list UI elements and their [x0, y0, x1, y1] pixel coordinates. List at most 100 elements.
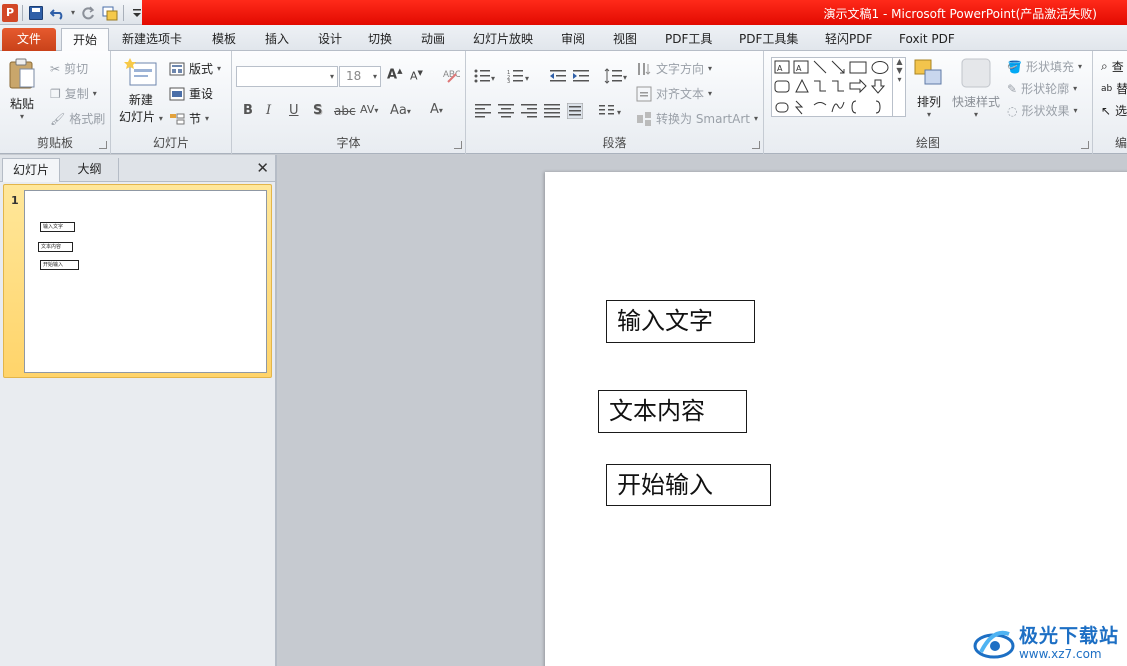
new-slide-icon[interactable] [101, 4, 119, 22]
new-slide-button[interactable]: 新建 幻灯片 ▾ [119, 57, 163, 125]
font-size-dropdown-icon[interactable]: ▾ [373, 67, 377, 86]
tab-design[interactable]: 设计 [318, 28, 342, 51]
tab-template[interactable]: 模板 [212, 28, 236, 51]
font-color-dropdown-icon[interactable]: ▾ [439, 106, 443, 115]
quick-styles-button[interactable]: 快速样式 ▾ [952, 57, 1000, 119]
text-direction-dropdown-icon[interactable]: ▾ [708, 64, 712, 73]
format-painter-button[interactable]: 🖌 格式刷 [50, 110, 105, 127]
slide-canvas[interactable]: 输入文字 文本内容 开始输入 [545, 172, 1127, 666]
paste-dropdown-icon[interactable]: ▾ [20, 112, 24, 121]
italic-button[interactable]: I [266, 103, 271, 118]
shape-fill-button[interactable]: 🪣 形状填充 ▾ [1007, 58, 1082, 75]
align-text-label: 对齐文本 [656, 87, 705, 101]
replace-button[interactable]: ab 替 [1101, 80, 1127, 97]
tab-insert[interactable]: 插入 [265, 28, 289, 51]
align-right-icon[interactable] [521, 104, 537, 118]
slide-thumbnail[interactable]: 输入文字 文本内容 开始输入 [24, 190, 267, 373]
font-size-combo[interactable]: 18 ▾ [339, 66, 381, 87]
paragraph-launcher-icon[interactable] [752, 141, 760, 149]
char-spacing-button[interactable]: AV▾ [360, 103, 378, 116]
bold-button[interactable]: B [243, 103, 253, 118]
font-name-dropdown-icon[interactable]: ▾ [330, 67, 334, 86]
copy-button[interactable]: ❐ 复制 ▾ [50, 85, 97, 102]
clipboard-launcher-icon[interactable] [99, 141, 107, 149]
increase-indent-icon[interactable] [573, 69, 589, 83]
layout-dropdown-icon[interactable]: ▾ [217, 64, 221, 73]
layout-button[interactable]: 版式 ▾ [169, 60, 221, 77]
new-slide-dropdown-icon[interactable]: ▾ [159, 114, 163, 123]
close-icon[interactable]: ✕ [256, 159, 269, 177]
clear-formatting-icon[interactable]: ABC [442, 66, 462, 88]
tab-view[interactable]: 视图 [613, 28, 637, 51]
slide-textbox-2[interactable]: 文本内容 [598, 390, 747, 433]
numbering-icon[interactable]: 123 ▾ [507, 69, 531, 83]
change-case-button[interactable]: Aa▾ [390, 103, 411, 118]
strikethrough-button[interactable]: abc [334, 104, 356, 118]
distributed-icon[interactable] [567, 103, 583, 119]
section-dropdown-icon[interactable]: ▾ [205, 114, 209, 123]
align-center-icon[interactable] [498, 104, 514, 118]
tab-review[interactable]: 审阅 [561, 28, 585, 51]
select-button[interactable]: ↖ 选 [1101, 102, 1127, 119]
text-direction-button[interactable]: 文字方向 ▾ [636, 60, 712, 77]
tab-slideshow[interactable]: 幻灯片放映 [473, 28, 533, 51]
tab-new-tab[interactable]: 新建选项卡 [122, 28, 182, 51]
arrange-button[interactable]: 排列 ▾ [913, 57, 945, 119]
cut-button[interactable]: ✂ 剪切 [50, 60, 88, 77]
paste-button[interactable]: 粘贴 ▾ [7, 57, 37, 121]
tab-home[interactable]: 开始 [61, 28, 109, 51]
copy-dropdown-icon[interactable]: ▾ [93, 89, 97, 98]
font-launcher-icon[interactable] [454, 141, 462, 149]
section-icon [170, 113, 185, 124]
tab-outline[interactable]: 大纲 [61, 158, 119, 182]
shape-effects-dropdown-icon[interactable]: ▾ [1074, 106, 1078, 115]
drawing-launcher-icon[interactable] [1081, 141, 1089, 149]
redo-icon[interactable] [79, 4, 97, 22]
slide-textbox-3[interactable]: 开始输入 [606, 464, 771, 506]
shape-outline-button[interactable]: ✎ 形状轮廓 ▾ [1007, 80, 1077, 97]
font-name-combo[interactable]: ▾ [236, 66, 338, 87]
convert-smartart-dropdown-icon[interactable]: ▾ [754, 114, 758, 123]
tab-animations[interactable]: 动画 [421, 28, 445, 51]
shape-fill-dropdown-icon[interactable]: ▾ [1078, 62, 1082, 71]
powerpoint-logo-icon[interactable]: P [2, 3, 18, 22]
tab-file[interactable]: 文件 [2, 28, 56, 51]
columns-icon[interactable]: ▾ [599, 103, 625, 119]
align-text-dropdown-icon[interactable]: ▾ [708, 89, 712, 98]
shapes-gallery[interactable]: A A [771, 57, 906, 117]
section-button[interactable]: 节 ▾ [169, 110, 209, 127]
char-spacing-dropdown-icon[interactable]: ▾ [374, 106, 378, 115]
reset-button[interactable]: 重设 [169, 85, 213, 102]
line-spacing-icon[interactable]: ▾ [604, 68, 628, 84]
convert-smartart-button[interactable]: 转换为 SmartArt ▾ [636, 110, 758, 127]
tab-pdf-toolset[interactable]: PDF工具集 [739, 28, 798, 51]
shape-effects-button[interactable]: ◌ 形状效果 ▾ [1007, 102, 1078, 119]
shrink-font-button[interactable]: A▼ [410, 69, 423, 83]
tab-pdf-tools[interactable]: PDF工具 [665, 28, 712, 51]
underline-button[interactable]: U [289, 103, 299, 118]
tab-qingshan-pdf[interactable]: 轻闪PDF [825, 28, 872, 51]
bullets-icon[interactable]: ▾ [474, 69, 496, 83]
font-color-button[interactable]: A▾ [430, 102, 443, 117]
align-left-icon[interactable] [475, 104, 491, 118]
shadow-button[interactable]: S [313, 103, 322, 118]
tab-transitions[interactable]: 切换 [368, 28, 392, 51]
undo-dropdown-icon[interactable]: ▾ [71, 8, 75, 17]
shape-outline-dropdown-icon[interactable]: ▾ [1073, 84, 1077, 93]
tab-foxit-pdf[interactable]: Foxit PDF [899, 28, 955, 51]
arrange-dropdown-icon[interactable]: ▾ [927, 110, 931, 119]
save-icon[interactable] [27, 4, 45, 22]
grow-font-button[interactable]: A▲ [387, 67, 402, 82]
slide-thumbnail-selected[interactable]: 1 输入文字 文本内容 开始输入 [3, 184, 272, 378]
quick-styles-dropdown-icon[interactable]: ▾ [974, 110, 978, 119]
tab-slides[interactable]: 幻灯片 [2, 158, 60, 182]
slide-textbox-1[interactable]: 输入文字 [606, 300, 755, 343]
align-text-button[interactable]: 对齐文本 ▾ [636, 85, 712, 102]
find-button[interactable]: ⌕ 查 [1101, 58, 1124, 75]
shapes-gallery-scroll[interactable]: ▲ ▼ ▾ [892, 57, 906, 117]
undo-icon[interactable] [49, 4, 67, 22]
change-case-dropdown-icon[interactable]: ▾ [407, 107, 411, 116]
paragraph-group: ▾ 1 2 3 ▾ ▾ 文字方向 ▾ 对齐文本 ▾ 转换为 SmartArt ▾ ▾ 段落 [466, 51, 764, 154]
decrease-indent-icon[interactable] [550, 69, 566, 83]
justify-icon[interactable] [544, 104, 560, 118]
